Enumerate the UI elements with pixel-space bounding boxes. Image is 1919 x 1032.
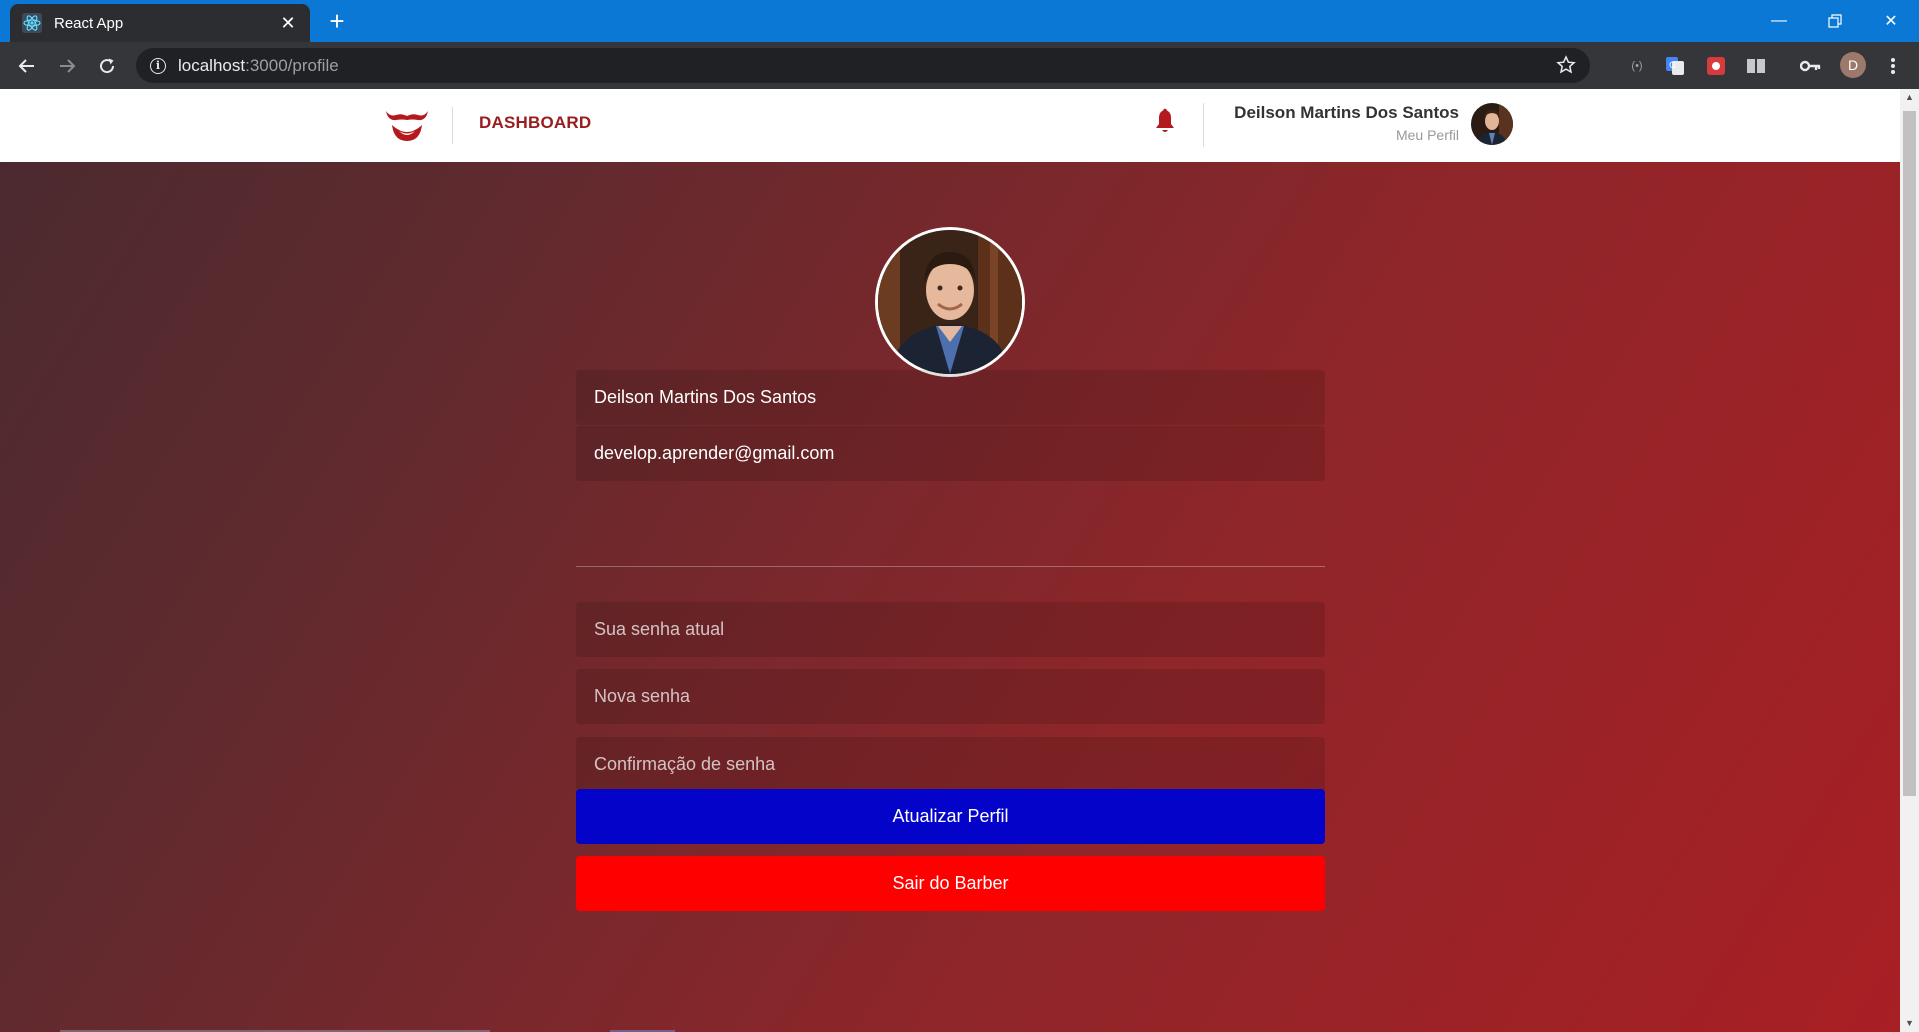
header-divider-right <box>1203 103 1204 147</box>
header-user-name: Deilson Martins Dos Santos <box>1234 103 1459 122</box>
profile-avatar[interactable] <box>875 227 1025 377</box>
address-bar[interactable]: i localhost:3000/profile <box>136 48 1590 83</box>
update-profile-button[interactable]: Atualizar Perfil <box>576 789 1325 844</box>
header-divider <box>452 107 453 144</box>
back-arrow-icon[interactable] <box>11 50 43 82</box>
scroll-up-icon[interactable]: ▲ <box>1900 89 1919 106</box>
logout-button[interactable]: Sair do Barber <box>576 856 1325 911</box>
reader-extension-icon[interactable] <box>1745 55 1767 77</box>
confirm-password-input[interactable]: Confirmação de senha <box>576 737 1325 792</box>
minimize-icon[interactable]: — <box>1751 0 1807 42</box>
form-divider <box>576 566 1325 567</box>
browser-tab[interactable]: React App ✕ <box>10 4 310 42</box>
forward-arrow-icon[interactable] <box>51 50 83 82</box>
restore-icon[interactable] <box>1807 0 1863 42</box>
scrollbar-thumb[interactable] <box>1903 111 1916 796</box>
password-key-icon[interactable] <box>1800 55 1822 77</box>
url-host: localhost <box>178 55 246 75</box>
svg-text:G: G <box>1669 61 1676 71</box>
app-header: DASHBOARD Deilson Martins Dos Santos Meu… <box>0 89 1900 162</box>
profile-page: Deilson Martins Dos Santos develop.apren… <box>0 162 1900 1032</box>
browser-tab-strip: React App ✕ + — ✕ <box>0 0 1919 42</box>
reload-icon[interactable] <box>91 50 123 82</box>
close-window-icon[interactable]: ✕ <box>1863 0 1919 42</box>
scroll-down-icon[interactable]: ▼ <box>1900 1015 1919 1032</box>
bookmark-star-icon[interactable] <box>1556 55 1576 80</box>
dashboard-link[interactable]: DASHBOARD <box>479 113 591 133</box>
new-tab-button[interactable]: + <box>322 6 352 36</box>
red-extension-icon[interactable] <box>1705 55 1727 77</box>
name-input[interactable]: Deilson Martins Dos Santos <box>576 370 1325 425</box>
url-path: :3000/profile <box>245 55 339 75</box>
browser-toolbar: i localhost:3000/profile (•) G <box>0 42 1919 89</box>
browser-menu-icon[interactable] <box>1882 55 1904 77</box>
page-scrollbar[interactable]: ▲ ▼ <box>1900 89 1919 1032</box>
notification-bell-icon[interactable] <box>1154 108 1176 134</box>
browser-profile-avatar[interactable]: D <box>1840 52 1866 78</box>
email-input[interactable]: develop.aprender@gmail.com <box>576 426 1325 481</box>
translate-extension-icon[interactable]: G <box>1664 55 1686 77</box>
new-password-input[interactable]: Nova senha <box>576 669 1325 724</box>
close-tab-icon[interactable]: ✕ <box>278 13 298 34</box>
react-icon <box>22 13 42 33</box>
header-avatar[interactable] <box>1471 103 1513 145</box>
my-profile-link[interactable]: Meu Perfil <box>1396 127 1459 143</box>
page-viewport: DASHBOARD Deilson Martins Dos Santos Meu… <box>0 89 1900 1032</box>
tab-title: React App <box>54 14 124 32</box>
barber-logo[interactable] <box>384 105 430 145</box>
current-password-input[interactable]: Sua senha atual <box>576 602 1325 657</box>
window-controls: — ✕ <box>1751 0 1919 42</box>
cast-extension-icon[interactable]: (•) <box>1626 55 1648 77</box>
site-info-icon[interactable]: i <box>150 57 166 74</box>
